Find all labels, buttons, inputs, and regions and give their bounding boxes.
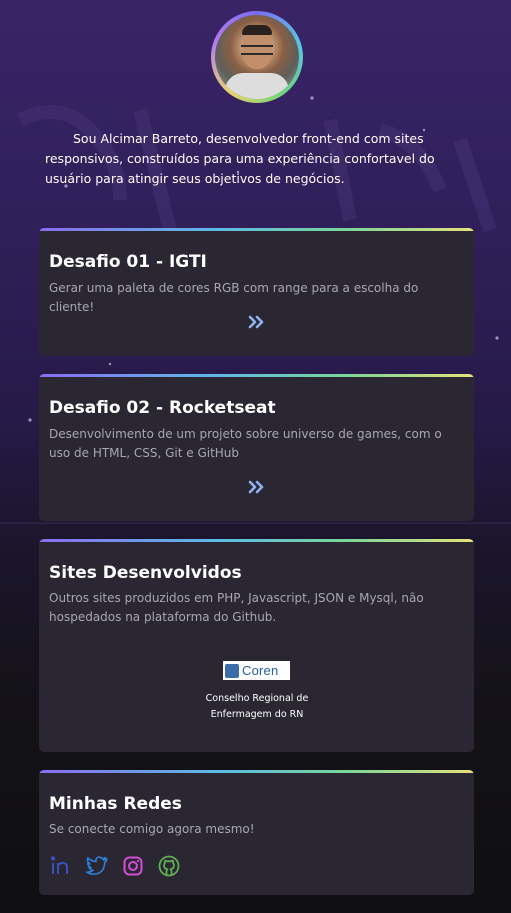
site-caption-line: Enfermagem do RN <box>210 709 304 720</box>
double-chevron-right-icon[interactable] <box>248 480 266 494</box>
social-links <box>49 854 181 878</box>
twitter-icon[interactable] <box>85 854 109 878</box>
card-description: Desenvolvimento de um projeto sobre univ… <box>49 427 442 460</box>
card-title: Desafio 01 - IGTI <box>49 252 207 272</box>
card-description: Outros sites produzidos em PHP, Javascri… <box>49 591 424 624</box>
avatar <box>215 15 299 99</box>
linkedin-icon[interactable] <box>49 854 73 878</box>
card-description: Gerar uma paleta de cores RGB com range … <box>49 281 419 314</box>
github-icon[interactable] <box>157 854 181 878</box>
card-desafio-01: Desafio 01 - IGTI Gerar uma paleta de co… <box>39 228 474 356</box>
card-title: Desafio 02 - Rocketseat <box>49 398 276 418</box>
card-description: Se conecte comigo agora mesmo! <box>49 822 255 836</box>
site-caption-line: Conselho Regional de <box>205 693 309 704</box>
card-title: Sites Desenvolvidos <box>49 563 242 583</box>
site-caption: Conselho Regional de Enfermagem do RN <box>177 691 337 723</box>
coren-logo-link[interactable]: Coren <box>223 661 290 680</box>
intro-text: Sou Alcimar Barreto, desenvolvedor front… <box>45 130 435 186</box>
avatar-ring <box>211 11 303 103</box>
instagram-icon[interactable] <box>121 854 145 878</box>
double-chevron-right-icon[interactable] <box>248 315 266 329</box>
card-title: Minhas Redes <box>49 794 182 814</box>
card-desafio-02: Desafio 02 - Rocketseat Desenvolvimento … <box>39 374 474 521</box>
coren-logo-text: Coren <box>242 663 279 678</box>
card-sites-desenvolvidos: Sites Desenvolvidos Outros sites produzi… <box>39 539 474 752</box>
card-minhas-redes: Minhas Redes Se conecte comigo agora mes… <box>39 770 474 895</box>
coren-seal-icon <box>225 663 239 678</box>
